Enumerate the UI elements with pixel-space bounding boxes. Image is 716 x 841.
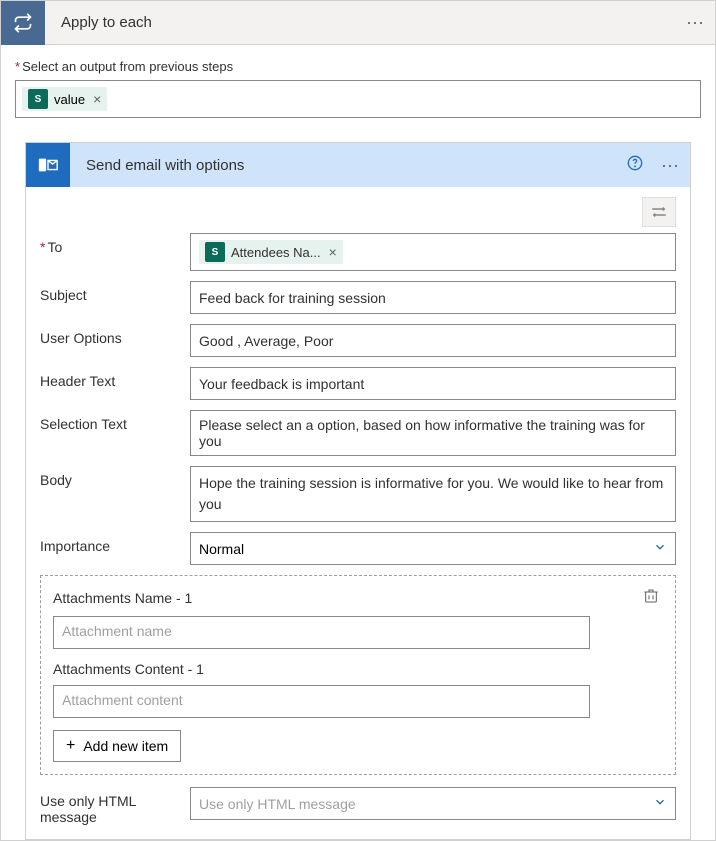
- apply-to-each-header[interactable]: Apply to each ···: [1, 1, 715, 45]
- remove-token-icon[interactable]: ×: [329, 244, 337, 260]
- sharepoint-icon: S: [28, 89, 48, 109]
- more-options-button[interactable]: ···: [650, 155, 690, 176]
- chevron-down-icon: [653, 795, 667, 812]
- attachment-name-input[interactable]: Attachment name: [53, 616, 590, 649]
- attachment-content-label: Attachments Content - 1: [53, 661, 663, 677]
- output-selector-label: *Select an output from previous steps: [15, 59, 701, 74]
- delete-attachment-button[interactable]: [643, 588, 663, 608]
- subject-input[interactable]: Feed back for training session: [190, 281, 676, 314]
- chevron-down-icon: [653, 540, 667, 557]
- user-options-input[interactable]: Good , Average, Poor: [190, 324, 676, 357]
- token-label: value: [54, 92, 85, 107]
- swap-direction-button[interactable]: [642, 197, 676, 227]
- apply-to-each-card: Apply to each ··· *Select an output from…: [0, 0, 716, 841]
- html-message-select[interactable]: Use only HTML message: [190, 787, 676, 820]
- selection-text-input[interactable]: Please select an a option, based on how …: [190, 410, 676, 456]
- user-options-label: User Options: [40, 324, 190, 346]
- importance-select[interactable]: Normal: [190, 532, 676, 565]
- add-button-label: Add new item: [83, 738, 168, 754]
- send-email-body: *To S Attendees Na... × Subject Feed bac…: [26, 187, 690, 839]
- sharepoint-icon: S: [205, 242, 225, 262]
- attachment-name-label: Attachments Name - 1: [53, 590, 643, 606]
- token-label: Attendees Na...: [231, 245, 321, 260]
- help-icon[interactable]: [620, 155, 650, 176]
- header-text-label: Header Text: [40, 367, 190, 389]
- loop-icon: [1, 1, 45, 45]
- importance-label: Importance: [40, 532, 190, 554]
- attachment-content-input[interactable]: Attachment content: [53, 685, 590, 718]
- add-new-item-button[interactable]: + Add new item: [53, 730, 181, 762]
- send-email-header[interactable]: Send email with options ···: [26, 143, 690, 187]
- html-message-placeholder: Use only HTML message: [199, 796, 653, 812]
- subject-label: Subject: [40, 281, 190, 303]
- plus-icon: +: [66, 737, 75, 755]
- attachments-section: Attachments Name - 1 Attachment name Att…: [40, 575, 676, 775]
- body-label: Body: [40, 466, 190, 488]
- remove-token-icon[interactable]: ×: [93, 91, 101, 107]
- output-selector-input[interactable]: S value ×: [15, 80, 701, 118]
- body-input[interactable]: Hope the training session is informative…: [190, 466, 676, 522]
- to-input[interactable]: S Attendees Na... ×: [190, 233, 676, 271]
- attendees-token[interactable]: S Attendees Na... ×: [199, 240, 343, 264]
- importance-value: Normal: [199, 541, 653, 557]
- selection-text-label: Selection Text: [40, 410, 190, 432]
- send-email-card: Send email with options ··· *To S: [25, 142, 691, 840]
- more-options-button[interactable]: ···: [675, 12, 715, 33]
- apply-to-each-title: Apply to each: [45, 14, 675, 31]
- to-label: *To: [40, 233, 190, 255]
- apply-to-each-body: *Select an output from previous steps S …: [1, 45, 715, 840]
- send-email-title: Send email with options: [70, 157, 620, 174]
- header-text-input[interactable]: Your feedback is important: [190, 367, 676, 400]
- outlook-icon: [26, 143, 70, 187]
- value-token[interactable]: S value ×: [22, 87, 107, 111]
- html-message-label: Use only HTML message: [40, 787, 190, 825]
